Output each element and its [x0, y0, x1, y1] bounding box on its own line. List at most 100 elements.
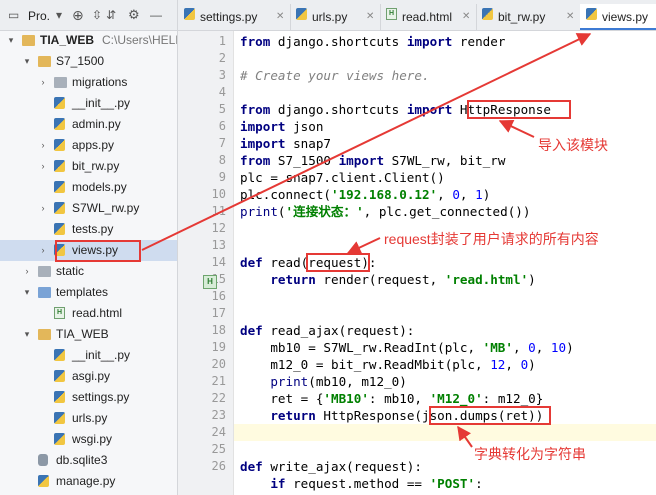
tree-item-label: tests.py: [72, 222, 114, 236]
chevron-down-icon[interactable]: ▾: [6, 30, 16, 51]
tree-item--init-py[interactable]: __init__.py: [0, 345, 177, 366]
tree-item-tests-py[interactable]: tests.py: [0, 219, 177, 240]
close-tab-icon[interactable]: ✕: [462, 4, 470, 30]
line-number: 20: [211, 357, 226, 371]
html-template-gutter-icon[interactable]: H: [203, 275, 217, 289]
chevron-down-icon[interactable]: ▾: [22, 324, 32, 345]
tree-item-label: asgi.py: [72, 369, 111, 383]
tree-item-read-html[interactable]: Hread.html: [0, 303, 177, 324]
chevron-right-icon[interactable]: ›: [38, 240, 48, 261]
line-number: 19: [211, 340, 226, 354]
line-number: 7: [218, 136, 226, 150]
line-number: 18: [211, 323, 226, 337]
tree-item-label: urls.py: [72, 411, 108, 425]
tree-item--init-py[interactable]: __init__.py: [0, 93, 177, 114]
tree-item-label: wsgi.py: [72, 432, 113, 446]
code-line[interactable]: print(mb10, m12_0): [240, 373, 407, 390]
tab-urls-py[interactable]: urls.py ✕: [290, 4, 381, 30]
tree-item-static[interactable]: › static: [0, 261, 177, 282]
close-tab-icon[interactable]: ✕: [276, 4, 284, 30]
collapse-all-icon[interactable]: ⇳: [92, 8, 102, 22]
dropdown-icon[interactable]: ▾: [56, 8, 62, 22]
tab-label: read.html: [402, 10, 453, 24]
line-number: 23: [211, 408, 226, 422]
tab-views-py[interactable]: views.py: [580, 4, 656, 30]
python-file-icon: [184, 8, 195, 20]
code-line[interactable]: from django.shortcuts import render: [240, 33, 505, 50]
chevron-right-icon[interactable]: ›: [38, 198, 48, 219]
code-line[interactable]: ret = {'MB10': mb10, 'M12_0': m12_0}: [240, 390, 543, 407]
code-line[interactable]: mb10 = S7WL_rw.ReadInt(plc, 'MB', 0, 10): [240, 339, 573, 356]
chevron-right-icon[interactable]: ›: [38, 135, 48, 156]
tree-item-admin-py[interactable]: admin.py: [0, 114, 177, 135]
html-file-icon: H: [386, 8, 397, 20]
tree-item-tia-web[interactable]: ▾ TIA_WEB: [0, 324, 177, 345]
line-number: 1: [218, 34, 226, 48]
tree-item-manage-py[interactable]: manage.py: [0, 471, 177, 492]
close-tab-icon[interactable]: ✕: [566, 4, 574, 30]
python-file-icon: [54, 139, 65, 151]
code-line[interactable]: import snap7: [240, 135, 331, 152]
code-line[interactable]: print('连接状态：', plc.get_connected()): [240, 203, 530, 220]
code-line[interactable]: from S7_1500 import S7WL_rw, bit_rw: [240, 152, 505, 169]
close-tab-icon[interactable]: ✕: [366, 4, 374, 30]
tree-item-asgi-py[interactable]: asgi.py: [0, 366, 177, 387]
code-line[interactable]: if request.method == 'POST':: [240, 475, 482, 492]
tree-item-settings-py[interactable]: settings.py: [0, 387, 177, 408]
project-view-icon[interactable]: ▭: [8, 8, 19, 22]
tree-item-wsgi-py[interactable]: wsgi.py: [0, 429, 177, 450]
chevron-down-icon[interactable]: ▾: [22, 51, 32, 72]
expand-all-icon[interactable]: ⇵: [106, 8, 116, 22]
code-line[interactable]: plc.connect('192.168.0.12', 0, 1): [240, 186, 490, 203]
code-line[interactable]: def write_ajax(request):: [240, 458, 422, 475]
tree-item-apps-py[interactable]: › apps.py: [0, 135, 177, 156]
line-number: 12: [211, 221, 226, 235]
chevron-right-icon[interactable]: ›: [22, 261, 32, 282]
database-file-icon: [38, 454, 48, 466]
tab-read-html[interactable]: Hread.html ✕: [380, 4, 477, 30]
code-line[interactable]: m12_0 = bit_rw.ReadMbit(plc, 12, 0): [240, 356, 535, 373]
editor-tab-bar: settings.py ✕ urls.py ✕ Hread.html ✕ bit_rw.py…: [178, 0, 656, 31]
tree-item-tia-web[interactable]: ▾ TIA_WEB C:\Users\HELE: [0, 30, 177, 51]
folder-icon: [54, 77, 67, 88]
line-number: 16: [211, 289, 226, 303]
folder-icon: [38, 287, 51, 298]
code-line[interactable]: def read_ajax(request):: [240, 322, 414, 339]
tree-item-templates[interactable]: ▾ templates: [0, 282, 177, 303]
code-line[interactable]: # Create your views here.: [240, 67, 430, 84]
tree-item-label: admin.py: [72, 117, 121, 131]
project-panel-header: ▭ Pro. ▾ ⊕ ⇳ ⇵ ⚙ —: [0, 0, 177, 31]
project-panel-title[interactable]: Pro.: [28, 9, 50, 23]
tree-item-s7wl-rw-py[interactable]: › S7WL_rw.py: [0, 198, 177, 219]
chevron-right-icon[interactable]: ›: [38, 72, 48, 93]
tab-bit-rw-py[interactable]: bit_rw.py ✕: [476, 4, 581, 30]
tree-item-models-py[interactable]: models.py: [0, 177, 177, 198]
tab-settings-py[interactable]: settings.py ✕: [178, 4, 291, 30]
tree-item-label: settings.py: [72, 390, 130, 404]
tree-item-db-sqlite3[interactable]: db.sqlite3: [0, 450, 177, 471]
views-file-highlight-box: [55, 240, 141, 262]
locate-icon[interactable]: ⊕: [72, 8, 84, 22]
code-line[interactable]: return render(request, 'read.html'): [240, 271, 535, 288]
tree-item-migrations[interactable]: › migrations: [0, 72, 177, 93]
line-number: 6: [218, 119, 226, 133]
python-file-icon: [54, 202, 65, 214]
python-file-icon: [54, 160, 65, 172]
hide-panel-icon[interactable]: —: [150, 8, 162, 22]
python-file-icon: [54, 391, 65, 403]
line-number: 5: [218, 102, 226, 116]
tab-label: bit_rw.py: [498, 10, 546, 24]
chevron-down-icon[interactable]: ▾: [22, 282, 32, 303]
tree-item-s7-1500[interactable]: ▾ S7_1500: [0, 51, 177, 72]
code-line[interactable]: import json: [240, 118, 323, 135]
json-dumps-highlight-box: [429, 406, 551, 425]
tree-item-bit-rw-py[interactable]: › bit_rw.py: [0, 156, 177, 177]
tree-item-label: __init__.py: [72, 96, 131, 110]
tree-item-urls-py[interactable]: urls.py: [0, 408, 177, 429]
line-number: 25: [211, 442, 226, 456]
gear-icon[interactable]: ⚙: [128, 8, 140, 22]
code-line[interactable]: plc = snap7.client.Client(): [240, 169, 445, 186]
python-file-icon: [54, 118, 65, 130]
chevron-right-icon[interactable]: ›: [38, 156, 48, 177]
python-file-icon: [54, 97, 65, 109]
